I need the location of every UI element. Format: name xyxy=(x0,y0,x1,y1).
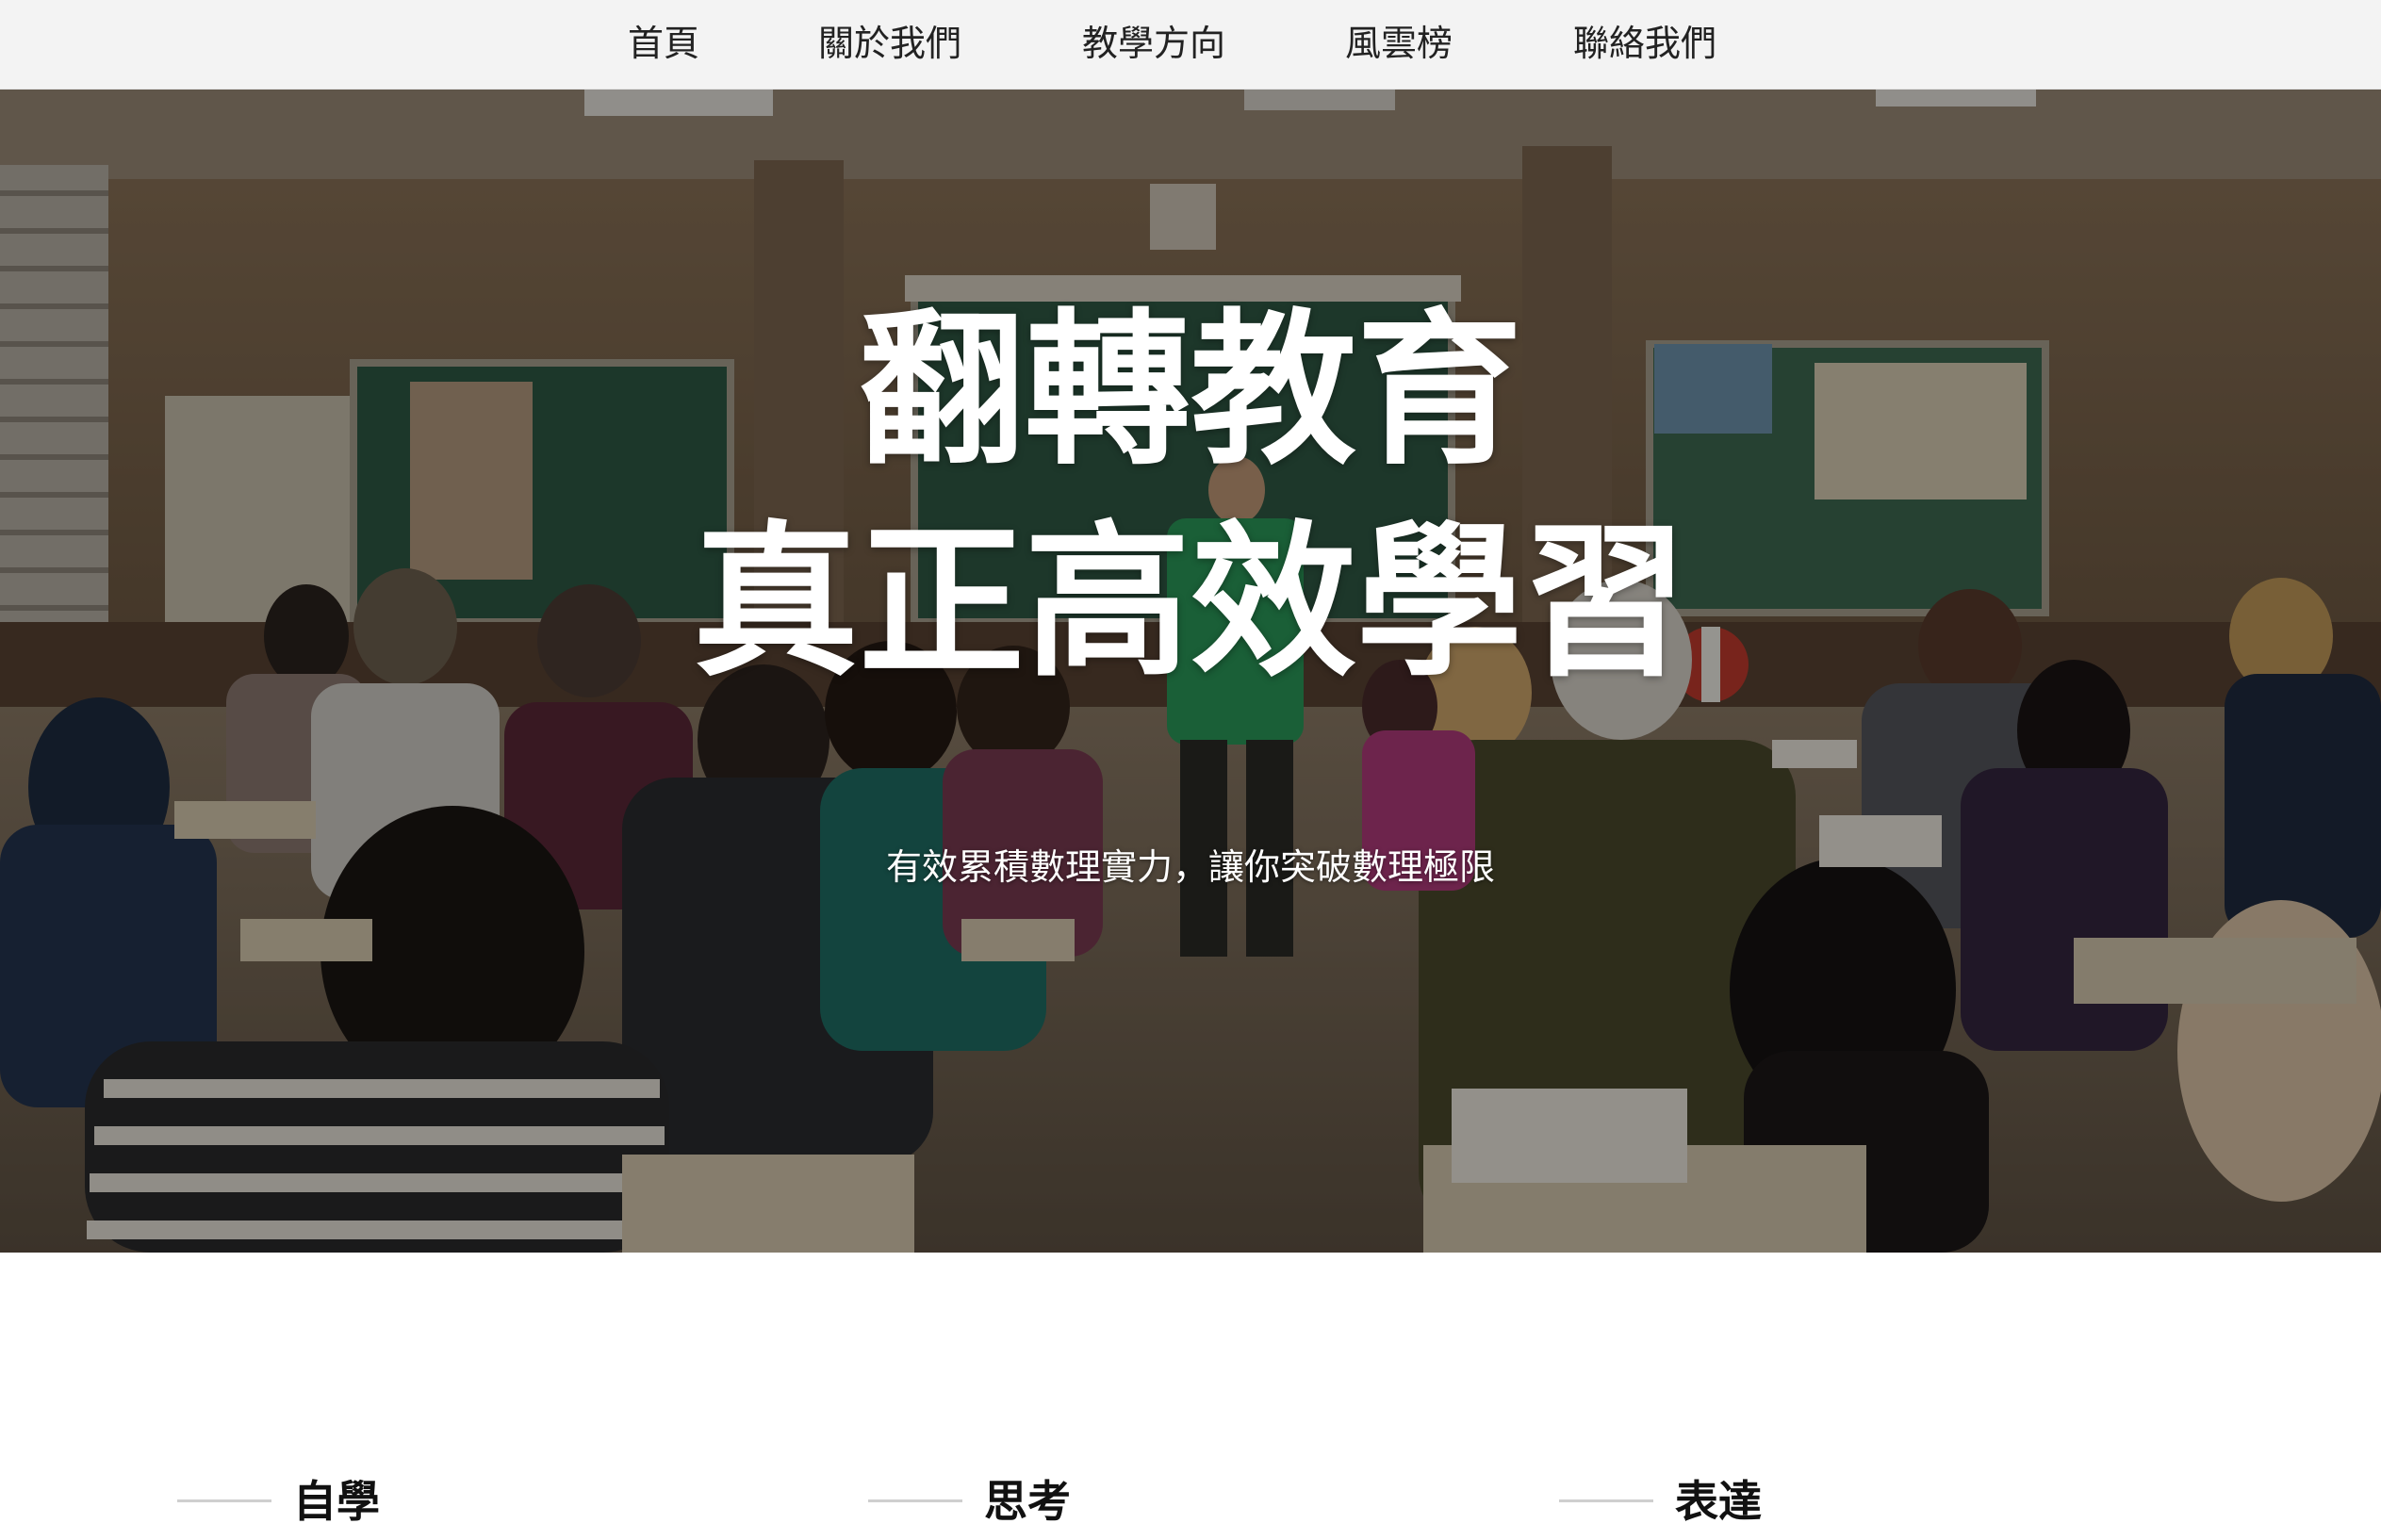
nav-link-about[interactable]: 關於我們 xyxy=(818,19,961,68)
nav-link-ranking[interactable]: 風雲榜 xyxy=(1345,19,1453,68)
hero-banner: 翻轉教育 真正高效學習 有效累積數理實力，讓你突破數理極限 xyxy=(0,90,2381,1253)
hero-subtitle: 有效累積數理實力，讓你突破數理極限 xyxy=(885,846,1495,888)
hero-title-line-2: 真正高效學習 xyxy=(692,506,1688,699)
nav-link-contact[interactable]: 聯絡我們 xyxy=(1573,19,1716,68)
nav-link-home[interactable]: 首頁 xyxy=(628,19,699,68)
feature-title: 思考 xyxy=(984,1476,1071,1527)
feature-title: 表達 xyxy=(1675,1476,1762,1527)
top-navigation: 首頁 關於我們 教學方向 風雲榜 聯絡我們 xyxy=(0,0,2381,90)
nav-link-teaching[interactable]: 教學方向 xyxy=(1082,19,1225,68)
feature-divider xyxy=(868,1499,962,1502)
feature-divider xyxy=(177,1499,271,1502)
hero-title-line-1: 翻轉教育 xyxy=(858,294,1522,487)
feature-divider xyxy=(1559,1499,1653,1502)
feature-title: 自學 xyxy=(293,1476,380,1527)
